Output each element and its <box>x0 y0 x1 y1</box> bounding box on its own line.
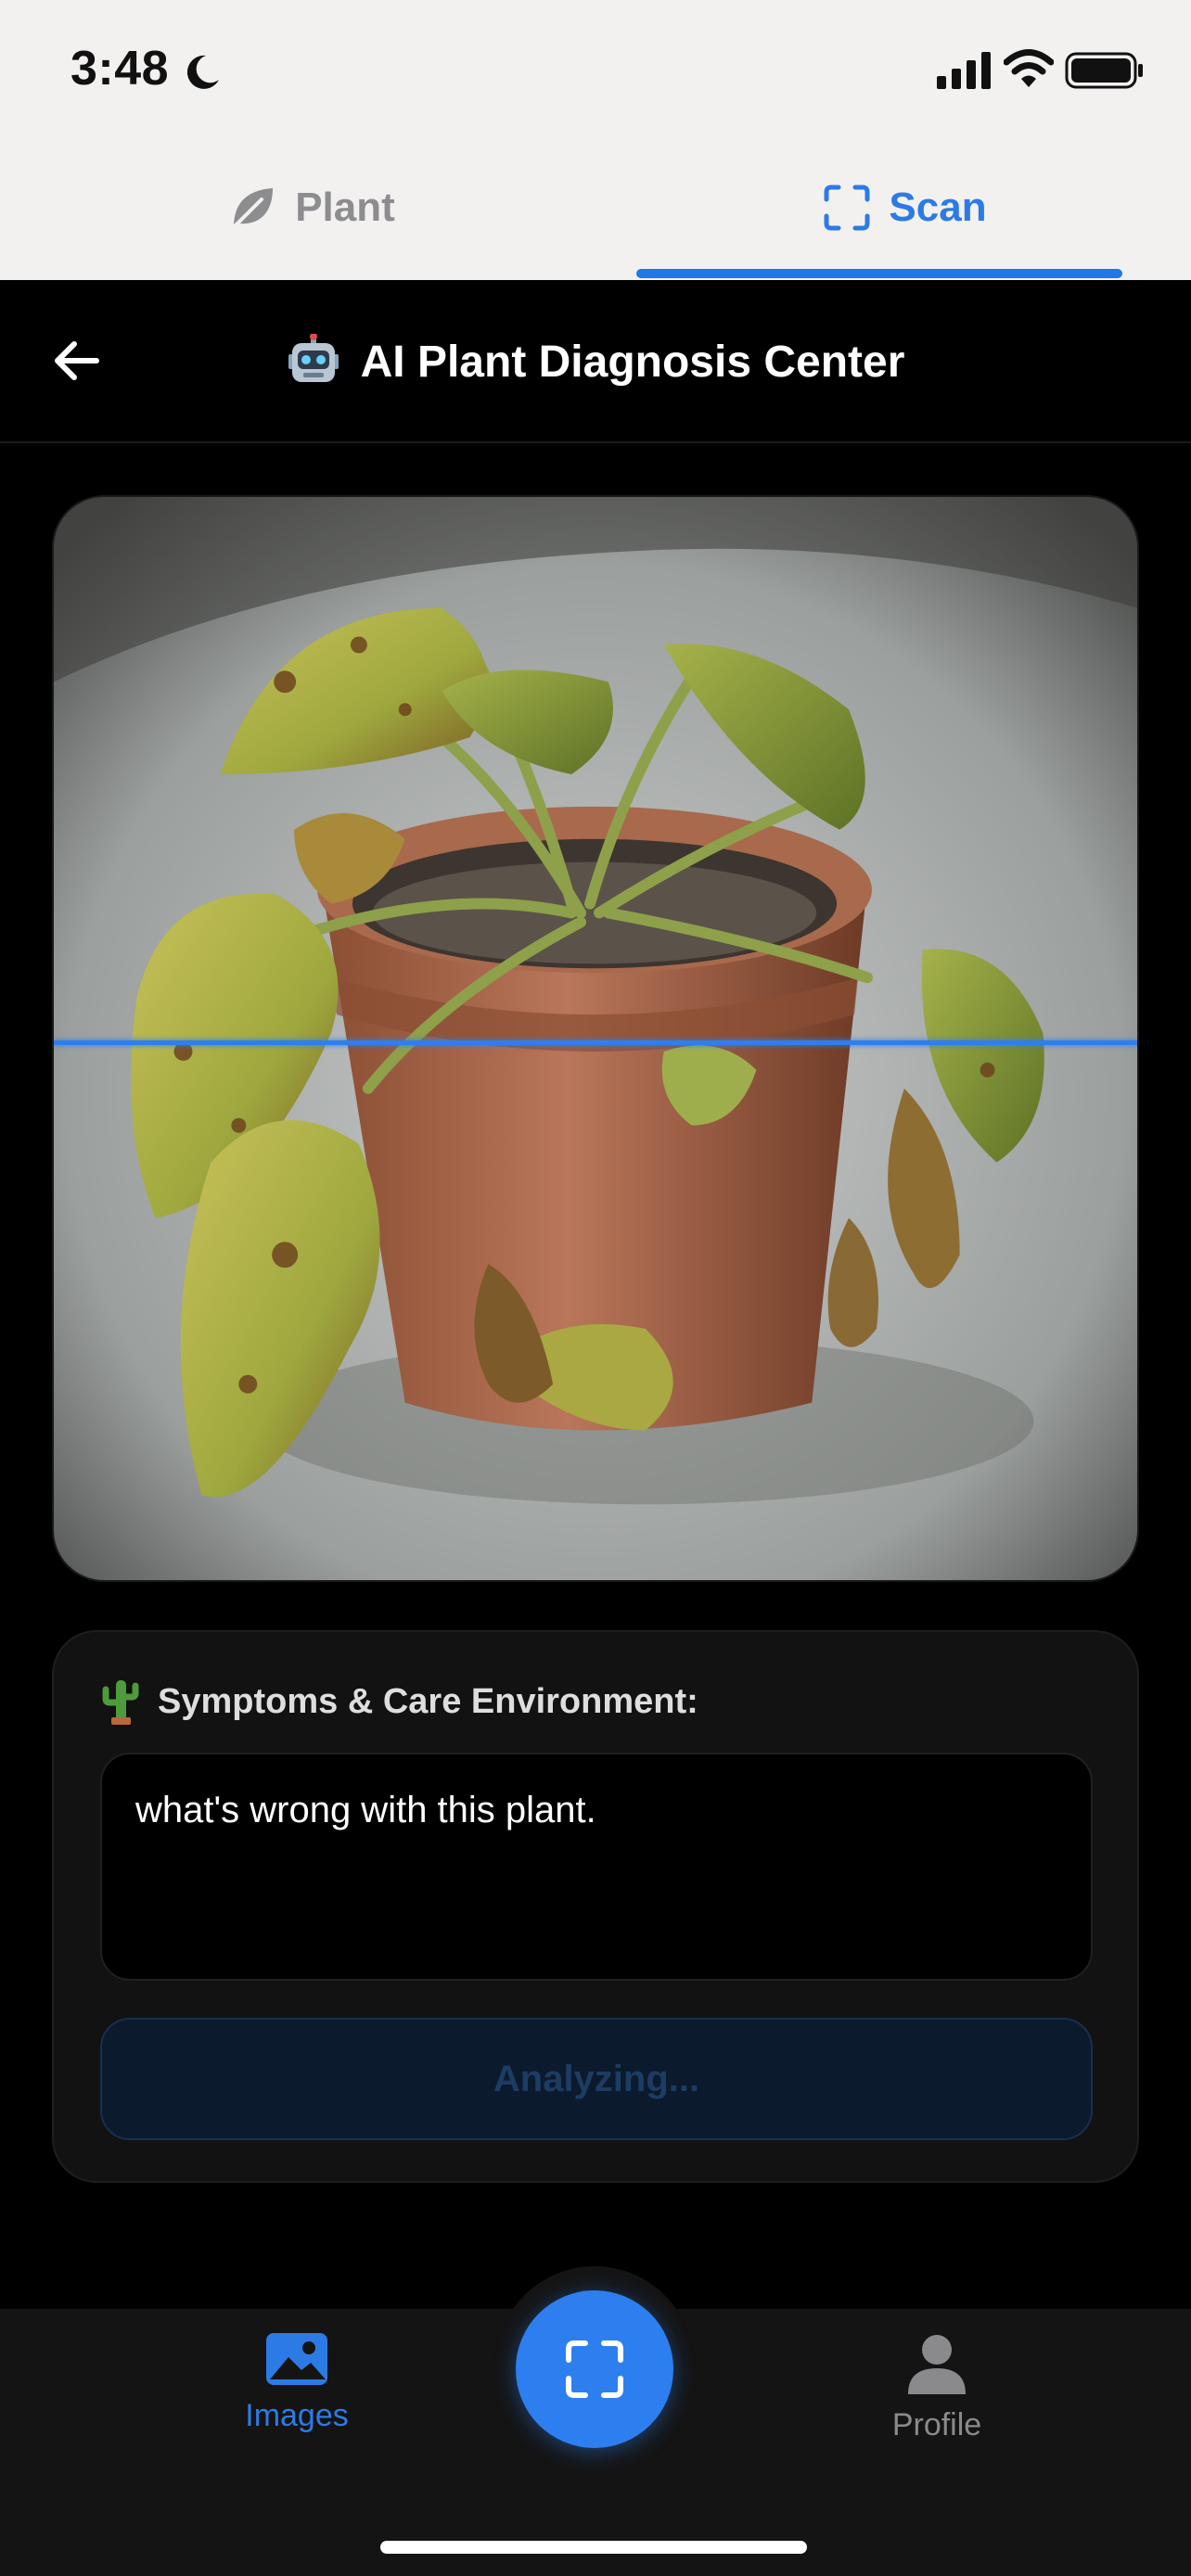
cactus-icon <box>102 1680 139 1725</box>
tab-active-indicator <box>636 269 1122 278</box>
moon-icon <box>186 55 219 89</box>
leaf-icon <box>232 188 274 229</box>
tab-plant[interactable]: Plant <box>206 172 419 243</box>
wifi-icon <box>1004 49 1054 87</box>
scan-frame-icon <box>824 185 870 231</box>
nav-label-profile: Profile <box>891 2407 982 2442</box>
scan-frame-icon <box>566 2340 623 2398</box>
analyze-button[interactable]: Analyzing... <box>100 2018 1093 2140</box>
symptoms-textarea[interactable]: what's wrong with this plant. <box>100 1753 1093 1981</box>
scan-line <box>54 1040 1137 1045</box>
symptoms-card: Symptoms & Care Environment: what's wron… <box>52 1630 1139 2183</box>
nav-item-images[interactable]: Images <box>223 2331 371 2434</box>
plant-photo-illustration <box>54 497 1137 1580</box>
tab-scan-label: Scan <box>889 185 987 230</box>
tab-scan[interactable]: Scan <box>798 172 1013 243</box>
top-area: 3:48 Plant Scan <box>0 0 1191 280</box>
scan-fab-button[interactable] <box>516 2290 673 2448</box>
page-header: AI Plant Diagnosis Center <box>0 280 1191 443</box>
status-time: 3:48 <box>70 42 170 96</box>
plant-photo <box>52 495 1139 1582</box>
person-icon <box>908 2335 966 2394</box>
nav-item-profile[interactable]: Profile <box>853 2333 1020 2443</box>
tab-plant-label: Plant <box>295 185 395 230</box>
nav-label-images: Images <box>245 2398 349 2433</box>
signal-icon <box>937 52 991 89</box>
image-icon <box>266 2333 327 2385</box>
symptoms-label: Symptoms & Care Environment: <box>102 1678 698 1725</box>
battery-icon <box>1065 52 1143 89</box>
page-title-text: AI Plant Diagnosis Center <box>360 338 905 387</box>
symptoms-label-text: Symptoms & Care Environment: <box>158 1681 698 1721</box>
robot-icon <box>288 334 339 382</box>
page-title: AI Plant Diagnosis Center <box>0 334 1191 388</box>
home-indicator <box>380 2541 807 2554</box>
